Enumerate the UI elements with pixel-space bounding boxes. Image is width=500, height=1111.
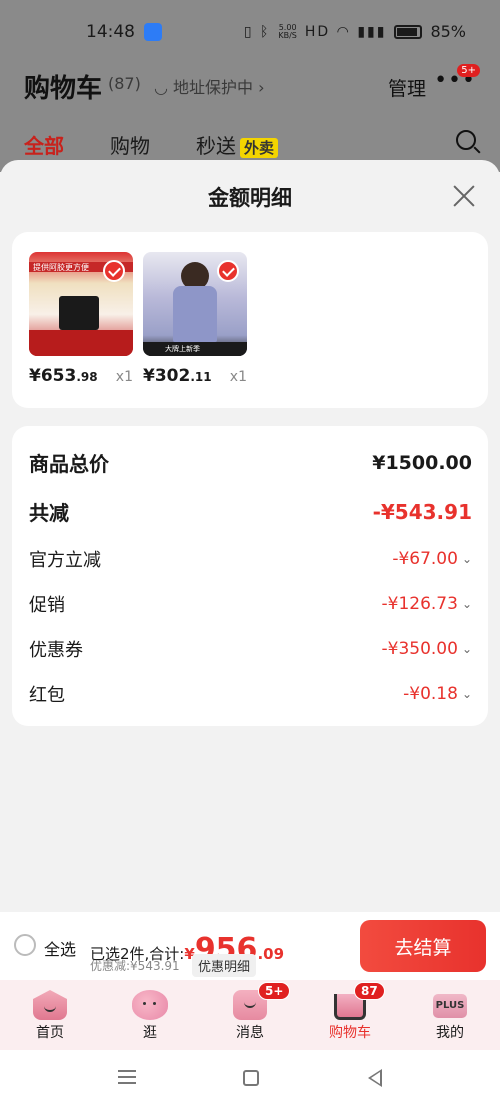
cart-badge: 87 [354,982,385,1000]
cart-count: (87) [108,74,141,93]
promotion-row[interactable]: 促销 -¥126.73 ⌄ [29,591,472,617]
product-item[interactable]: 提供阿胶更方便 ¥653.98 x1 [29,252,133,386]
plus-icon: PLUS [433,994,467,1018]
coupon-row[interactable]: 优惠券 -¥350.00 ⌄ [29,636,472,662]
amount-detail-sheet: 金额明细 提供阿胶更方便 ¥653.98 x1 大牌上新季 ¥302.11 x1… [0,160,500,912]
search-icon[interactable] [456,130,476,150]
checkout-bar: 全选 已选2件,合计:¥956.09 优惠减:¥543.91 优惠明细 去结算 [0,912,500,980]
cart-header: 购物车 (87) ◡ 地址保护中 › 管理 ••• 5+ 全部 购物 秒送 外卖 [0,62,500,172]
chevron-down-icon[interactable]: ⌄ [462,597,472,611]
message-badge: 5+ [258,982,291,1000]
tab-mine[interactable]: PLUS 我的 [400,980,500,1050]
menu-icon[interactable] [118,1070,136,1084]
chevron-down-icon[interactable]: ⌄ [462,642,472,656]
status-indicators: ▯ ᛒ 5.00 KB/S HD ◠ ▮▮▮ 85% [244,22,466,41]
total-discount-label: 共减 [29,501,69,525]
home-icon [33,990,67,1020]
battery-percent: 85% [430,22,466,41]
sheet-title: 金额明细 [208,186,292,210]
network-speed: 5.00 KB/S [278,22,297,40]
discount-detail-button[interactable]: 优惠明细 [192,954,257,977]
checked-icon[interactable] [217,260,239,282]
tab-shopping[interactable]: 购物 [110,130,150,159]
total-discount-row: 共减 -¥543.91 [29,497,472,526]
official-discount-value: -¥67.00 [392,549,458,569]
cart-tabs: 全部 购物 秒送 外卖 [24,130,279,167]
battery-icon [394,24,423,39]
product-quantity: x1 [229,369,247,385]
product-price: ¥302.11 [143,366,212,386]
product-item[interactable]: 大牌上新季 ¥302.11 x1 [143,252,247,386]
product-price: ¥653.98 [29,366,98,386]
red-packet-label: 红包 [29,685,65,706]
system-navigation [0,1050,500,1111]
subtotal-value: ¥1500.00 [372,451,472,474]
manage-button[interactable]: 管理 [388,74,426,101]
select-all-label[interactable]: 全选 [44,936,76,960]
takeout-tag: 外卖 [240,138,279,158]
status-time: 14:48 [86,22,135,42]
signal-wifi-icon: HD ◠ ▮▮▮ [304,23,387,40]
price-detail-card: 商品总价 ¥1500.00 共减 -¥543.91 官方立减 -¥67.00 ⌄ … [12,426,488,726]
tab-instant-delivery[interactable]: 秒送 外卖 [196,130,279,159]
discount-summary: 优惠减:¥543.91 [90,959,180,973]
products-card: 提供阿胶更方便 ¥653.98 x1 大牌上新季 ¥302.11 x1 [12,232,488,408]
tab-cart[interactable]: 87 购物车 [300,980,400,1050]
product-image-text: 大牌上新季 [165,345,200,353]
tab-messages[interactable]: 5+ 消息 [200,980,300,1050]
select-all-radio[interactable] [14,934,36,956]
product-image: 大牌上新季 [143,252,247,356]
home-square-icon[interactable] [243,1070,259,1086]
promotion-label: 促销 [29,595,65,616]
bottom-tab-bar: 首页 逛 5+ 消息 87 购物车 PLUS 我的 [0,980,500,1050]
chevron-down-icon[interactable]: ⌄ [462,552,472,566]
coupon-value: -¥350.00 [381,639,458,659]
tab-home[interactable]: 首页 [0,980,100,1050]
product-quantity: x1 [115,369,133,385]
tab-stroll[interactable]: 逛 [100,980,200,1050]
app-notification-icon [144,23,162,41]
product-image: 提供阿胶更方便 [29,252,133,356]
checked-icon[interactable] [103,260,125,282]
chevron-down-icon[interactable]: ⌄ [462,687,472,701]
status-bar: 14:48 ▯ ᛒ 5.00 KB/S HD ◠ ▮▮▮ 85% [0,0,500,62]
coupon-label: 优惠券 [29,640,83,661]
address-protect-link[interactable]: ◡ 地址保护中 › [154,74,265,98]
red-packet-value: -¥0.18 [403,684,458,704]
red-packet-row[interactable]: 红包 -¥0.18 ⌄ [29,681,472,707]
back-icon[interactable] [368,1069,382,1087]
tab-all[interactable]: 全部 [24,130,64,167]
page-title: 购物车 [24,74,103,104]
stroll-icon [132,990,168,1020]
promotion-value: -¥126.73 [381,594,458,614]
official-discount-label: 官方立减 [29,550,101,571]
checkout-button[interactable]: 去结算 [360,920,486,972]
official-discount-row[interactable]: 官方立减 -¥67.00 ⌄ [29,546,472,572]
total-discount-value: -¥543.91 [372,499,472,524]
more-badge: 5+ [457,64,480,77]
subtotal-label: 商品总价 [29,452,109,476]
vibrate-bluetooth-icon: ▯ ᛒ [243,23,271,40]
subtotal-row: 商品总价 ¥1500.00 [29,448,472,477]
close-icon[interactable] [450,182,478,210]
product-image-text: 提供阿胶更方便 [33,263,89,272]
